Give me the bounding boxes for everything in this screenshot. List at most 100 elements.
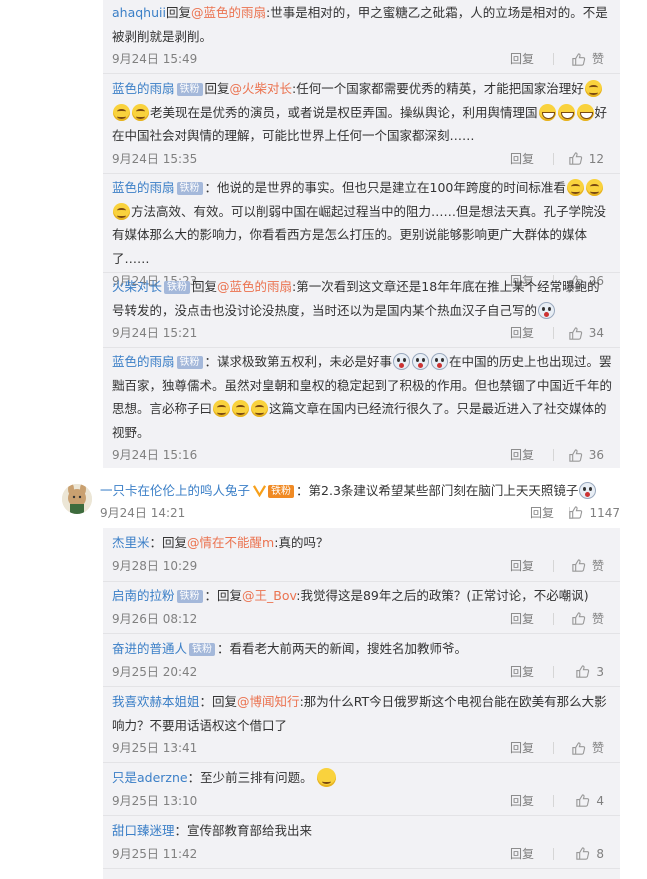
reply-item: 奋进的普通人 铁粉 ：看看老大前两天的新闻，搜姓名加教师爷。 9月25日 20:42… bbox=[112, 637, 612, 682]
divider bbox=[553, 152, 554, 165]
like-button[interactable]: 赞 bbox=[571, 49, 604, 69]
divider bbox=[553, 847, 554, 860]
mention-link[interactable]: @情在不能醒m bbox=[187, 535, 274, 550]
reply-username[interactable]: 火柴对长 bbox=[112, 279, 162, 294]
divider bbox=[103, 73, 620, 74]
fan-badge: 铁粉 bbox=[268, 485, 295, 498]
mention-link[interactable]: @博闻知行 bbox=[237, 694, 300, 709]
comment-text: ：第2.3条建议希望某些部门刻在脑门上天天照镜子 bbox=[296, 483, 579, 498]
laugh-emoji-icon bbox=[557, 103, 575, 121]
like-count: 8 bbox=[596, 846, 604, 861]
smile-emoji-icon bbox=[585, 179, 603, 196]
reply-text: :任何一个国家都需要优秀的精英，才能把国家治理好 bbox=[292, 81, 584, 96]
reply-button[interactable]: 回复 bbox=[510, 445, 534, 465]
reply-text: 方法高效、有效。可以削弱中国在崛起过程当中的阻力……但是想法天真。孔子学院没有媒… bbox=[112, 203, 607, 266]
divider bbox=[553, 327, 554, 339]
reply-item: 启南的拉粉 铁粉 ：回复@王_Bov:我觉得这是89年之后的政策？(正常讨论，不必嘲… bbox=[112, 584, 612, 629]
reply-prefix: 回复 bbox=[162, 535, 188, 550]
thumbs-up-icon bbox=[576, 847, 590, 860]
divider bbox=[103, 815, 620, 816]
reply-username[interactable]: 奋进的普通人 bbox=[112, 641, 187, 656]
like-button[interactable]: 3 bbox=[575, 662, 604, 682]
like-button[interactable]: 36 bbox=[568, 445, 604, 465]
smile-emoji-icon bbox=[132, 103, 149, 121]
smile-emoji-icon bbox=[113, 103, 130, 121]
mention-link[interactable]: @王_Bov bbox=[242, 588, 296, 603]
like-button[interactable]: 8 bbox=[575, 844, 604, 864]
reply-item: 蓝色的雨扇 铁粉 ：谋求极致第五权利，未必是好事 在中国的历史上也出现过。罢黜百家，独… bbox=[112, 350, 612, 465]
reply-prefix: 回复 bbox=[165, 5, 191, 20]
like-button[interactable]: 赞 bbox=[571, 609, 604, 629]
divider bbox=[103, 347, 620, 348]
smile-emoji-icon bbox=[232, 400, 250, 417]
divider bbox=[553, 449, 554, 461]
colon: ： bbox=[149, 535, 163, 550]
reply-text: ：看看老大前两天的新闻，搜姓名加教师爷。 bbox=[217, 641, 468, 656]
smile-emoji-icon bbox=[251, 400, 269, 417]
divider bbox=[103, 581, 620, 582]
reply-button[interactable]: 回复 bbox=[510, 844, 534, 864]
reply-username[interactable]: ahaqhuii bbox=[112, 5, 166, 20]
like-count: 4 bbox=[596, 793, 604, 808]
reply-username[interactable]: 我喜欢赫本姐姐 bbox=[112, 694, 200, 709]
thumbs-up-icon bbox=[569, 448, 582, 462]
reply-username[interactable]: 甜口臻迷理 bbox=[112, 823, 175, 838]
reply-button[interactable]: 回复 bbox=[510, 791, 534, 811]
reply-text: :我觉得这是89年之后的政策？(正常讨论，不必嘲讽) bbox=[296, 588, 589, 603]
reply-item: 火柴对长 铁粉 回复@蓝色的雨扇:第一次看到这文章还是18年年底在推上某个经常曝鲍的… bbox=[112, 275, 612, 343]
reply-username[interactable]: 蓝色的雨扇 bbox=[112, 180, 175, 195]
fan-badge: 铁粉 bbox=[176, 356, 203, 369]
thumbs-up-icon bbox=[569, 506, 583, 519]
mention-link[interactable]: @蓝色的雨扇 bbox=[217, 279, 292, 294]
like-button[interactable]: 34 bbox=[568, 323, 604, 343]
reply-button[interactable]: 回复 bbox=[510, 323, 534, 343]
reply-text: ：谋求极致第五权利，未必是好事 bbox=[204, 354, 393, 369]
reply-username[interactable]: 蓝色的雨扇 bbox=[112, 354, 175, 369]
fan-badge: 铁粉 bbox=[189, 643, 216, 656]
reply-button[interactable]: 回复 bbox=[510, 49, 534, 69]
divider bbox=[103, 868, 620, 869]
thumbs-up-icon bbox=[572, 741, 586, 755]
mention-link[interactable]: @蓝色的雨扇 bbox=[191, 5, 266, 20]
reply-time: 9月24日 15:16 bbox=[112, 448, 198, 462]
fan-badge: 铁粉 bbox=[176, 590, 203, 603]
reply-username[interactable]: 只是aderzne bbox=[112, 770, 188, 785]
reply-button[interactable]: 回复 bbox=[530, 503, 554, 523]
shocked-emoji-icon bbox=[412, 353, 430, 370]
reply-item: ahaqhuii回复@蓝色的雨扇:世事是相对的，甲之蜜糖乙之砒霜，人的立场是相对… bbox=[112, 1, 612, 69]
reply-text: ：他说的是世界的事实。但也只是建立在100年跨度的时间标准看 bbox=[204, 180, 566, 195]
reply-username[interactable]: 蓝色的雨扇 bbox=[112, 81, 175, 96]
reply-item: 蓝色的雨扇 铁粉 ：他说的是世界的事实。但也只是建立在100年跨度的时间标准看方法高… bbox=[112, 176, 612, 291]
reply-time: 9月25日 20:42 bbox=[112, 664, 198, 679]
thumbs-up-icon bbox=[572, 612, 586, 625]
reply-prefix: 回复 bbox=[192, 279, 218, 294]
reply-username[interactable]: 启南的拉粉 bbox=[112, 588, 175, 603]
like-button[interactable]: 4 bbox=[575, 791, 604, 811]
like-button[interactable]: 赞 bbox=[571, 556, 604, 576]
like-button[interactable]: 赞 bbox=[571, 738, 604, 758]
like-count: 赞 bbox=[591, 741, 604, 755]
shocked-emoji-icon bbox=[431, 353, 449, 370]
like-button[interactable]: 12 bbox=[568, 149, 604, 169]
like-count: 赞 bbox=[591, 558, 604, 573]
comment-time: 9月24日 14:21 bbox=[100, 505, 186, 520]
reply-prefix: 回复 bbox=[217, 588, 243, 603]
laugh-emoji-icon bbox=[576, 103, 594, 121]
shocked-emoji-icon bbox=[393, 353, 411, 370]
reply-button[interactable]: 回复 bbox=[510, 149, 534, 169]
reply-button[interactable]: 回复 bbox=[510, 556, 534, 576]
like-button[interactable]: 1147 bbox=[568, 503, 620, 523]
thumbs-up-icon bbox=[576, 794, 590, 807]
reply-text: :真的吗？ bbox=[274, 535, 329, 550]
reply-username[interactable]: 杰里米 bbox=[112, 535, 150, 550]
reply-text: ：宣传部教育部给我出来 bbox=[174, 823, 313, 838]
reply-button[interactable]: 回复 bbox=[510, 738, 534, 758]
avatar[interactable] bbox=[62, 484, 92, 514]
mention-link[interactable]: @火柴对长 bbox=[230, 81, 293, 96]
comment-username[interactable]: 一只卡在伦伦上的鸣人兔子 bbox=[100, 483, 250, 498]
reply-button[interactable]: 回复 bbox=[510, 662, 534, 682]
fan-badge: 铁粉 bbox=[176, 83, 203, 96]
reply-button[interactable]: 回复 bbox=[510, 609, 534, 629]
shocked-emoji-icon bbox=[579, 482, 597, 499]
like-count: 赞 bbox=[591, 52, 604, 66]
